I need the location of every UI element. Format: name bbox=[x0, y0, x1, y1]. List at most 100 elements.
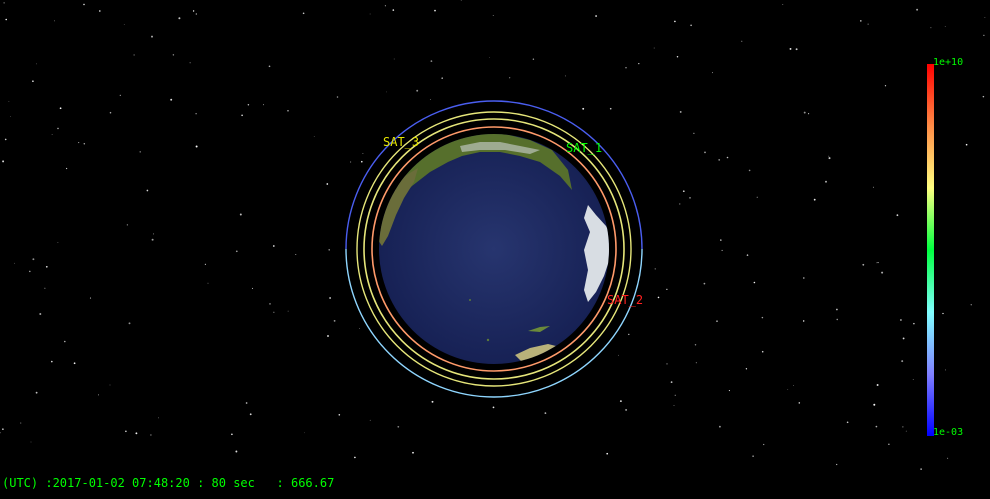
star bbox=[752, 455, 754, 457]
star bbox=[207, 282, 209, 284]
star bbox=[795, 48, 798, 51]
star bbox=[609, 107, 612, 110]
star bbox=[98, 394, 99, 396]
star bbox=[119, 94, 121, 97]
star bbox=[877, 262, 879, 264]
star bbox=[916, 8, 919, 11]
star bbox=[965, 143, 968, 146]
star bbox=[263, 104, 265, 106]
star bbox=[825, 180, 827, 183]
star bbox=[712, 72, 713, 74]
star bbox=[146, 189, 149, 192]
star bbox=[606, 452, 609, 455]
star bbox=[679, 110, 682, 113]
color-scale-bar bbox=[927, 64, 934, 436]
star bbox=[828, 157, 831, 160]
satellite-label-sat2[interactable]: SAT_2 bbox=[607, 294, 643, 306]
star bbox=[789, 47, 792, 50]
star bbox=[676, 55, 679, 58]
star bbox=[876, 384, 879, 386]
star bbox=[674, 20, 676, 23]
satellite-label-sat3[interactable]: SAT_3 bbox=[383, 136, 419, 148]
star bbox=[902, 426, 904, 428]
star bbox=[802, 320, 805, 322]
star bbox=[158, 417, 160, 419]
star bbox=[369, 419, 371, 421]
star bbox=[313, 135, 315, 137]
star bbox=[625, 408, 628, 411]
star bbox=[29, 270, 31, 273]
star bbox=[638, 62, 640, 65]
star bbox=[386, 91, 387, 93]
star bbox=[982, 95, 985, 98]
star bbox=[30, 441, 32, 443]
star bbox=[782, 4, 784, 5]
star bbox=[881, 271, 884, 274]
star bbox=[45, 265, 48, 268]
cloud-east-pacific bbox=[584, 205, 609, 302]
star bbox=[726, 156, 729, 159]
star bbox=[942, 312, 944, 315]
star bbox=[3, 2, 5, 4]
star bbox=[689, 197, 691, 199]
star bbox=[984, 17, 986, 18]
star bbox=[189, 62, 191, 64]
star bbox=[509, 77, 511, 79]
star bbox=[761, 316, 764, 319]
star bbox=[902, 337, 905, 340]
star bbox=[204, 263, 207, 266]
star bbox=[875, 425, 878, 428]
star bbox=[748, 169, 751, 172]
star bbox=[153, 233, 155, 235]
star bbox=[489, 56, 490, 58]
star bbox=[151, 238, 154, 241]
star bbox=[295, 254, 297, 256]
star bbox=[192, 10, 195, 12]
satellite-label-sat1[interactable]: SAT_1 bbox=[566, 142, 602, 154]
star bbox=[350, 161, 352, 163]
star bbox=[430, 60, 433, 62]
colorbar-min-label: 1e-03 bbox=[933, 427, 964, 438]
star bbox=[302, 12, 305, 15]
star bbox=[899, 319, 902, 321]
star bbox=[721, 249, 723, 251]
star bbox=[704, 151, 706, 154]
star bbox=[756, 196, 758, 198]
star bbox=[763, 443, 765, 446]
star bbox=[670, 381, 673, 383]
star bbox=[836, 463, 838, 466]
star bbox=[249, 413, 252, 416]
star bbox=[720, 239, 722, 241]
star bbox=[392, 9, 395, 11]
star bbox=[416, 89, 419, 92]
star bbox=[384, 5, 386, 7]
star bbox=[673, 405, 675, 406]
star bbox=[787, 389, 789, 390]
star bbox=[412, 451, 414, 454]
star bbox=[304, 432, 305, 434]
star bbox=[44, 287, 46, 289]
star bbox=[128, 322, 131, 325]
star bbox=[930, 27, 932, 29]
star bbox=[441, 77, 443, 79]
star bbox=[57, 127, 59, 130]
star bbox=[695, 362, 697, 364]
star bbox=[813, 198, 816, 201]
star bbox=[397, 425, 400, 428]
globe-viewport[interactable] bbox=[0, 0, 990, 499]
star bbox=[836, 318, 838, 321]
star bbox=[741, 40, 743, 42]
star bbox=[32, 258, 35, 261]
star bbox=[728, 390, 730, 392]
star bbox=[945, 369, 947, 371]
star bbox=[89, 297, 92, 299]
star bbox=[245, 402, 248, 404]
star bbox=[273, 311, 275, 313]
star bbox=[268, 65, 271, 68]
star bbox=[628, 333, 630, 336]
star bbox=[595, 15, 598, 17]
star bbox=[98, 10, 101, 12]
star bbox=[836, 308, 838, 311]
star bbox=[828, 155, 830, 157]
star bbox=[544, 412, 547, 414]
